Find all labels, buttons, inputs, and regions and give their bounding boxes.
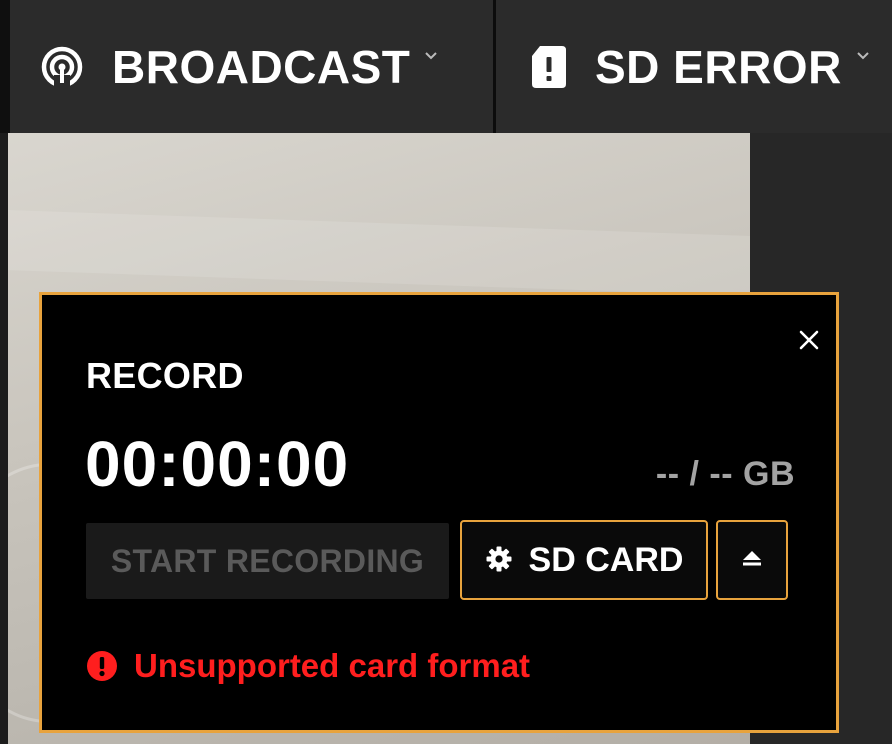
sd-card-error-icon [525, 43, 573, 91]
eject-button[interactable] [716, 520, 788, 600]
sd-status-menu[interactable]: SD ERROR [525, 0, 874, 133]
chevron-down-icon [856, 50, 874, 62]
left-edge [0, 133, 8, 744]
record-panel: RECORD 00:00:00 -- / -- GB START RECORDI… [39, 292, 839, 733]
error-text: Unsupported card format [134, 647, 531, 684]
close-button[interactable] [794, 327, 824, 357]
video-highlight [8, 208, 750, 298]
sd-card-button-label: SD CARD [528, 540, 684, 579]
eject-icon [740, 548, 764, 573]
error-icon [86, 650, 118, 682]
broadcast-menu[interactable]: BROADCAST [38, 0, 442, 133]
toolbar-separator [493, 0, 496, 133]
sd-card-button[interactable]: SD CARD [460, 520, 708, 600]
close-icon [798, 329, 820, 356]
error-message: Unsupported card format [86, 647, 530, 685]
broadcast-icon [38, 43, 86, 91]
top-toolbar: BROADCAST SD ERROR [0, 0, 892, 133]
toolbar-edge [0, 0, 10, 133]
gear-icon [485, 545, 515, 575]
sd-status-label: SD ERROR [595, 40, 842, 93]
broadcast-label: BROADCAST [112, 40, 411, 93]
chevron-down-icon [424, 50, 442, 62]
storage-readout: -- / -- GB [655, 455, 795, 493]
panel-title: RECORD [86, 355, 244, 396]
start-recording-button[interactable]: START RECORDING [86, 523, 449, 599]
recording-timer: 00:00:00 [85, 428, 350, 500]
